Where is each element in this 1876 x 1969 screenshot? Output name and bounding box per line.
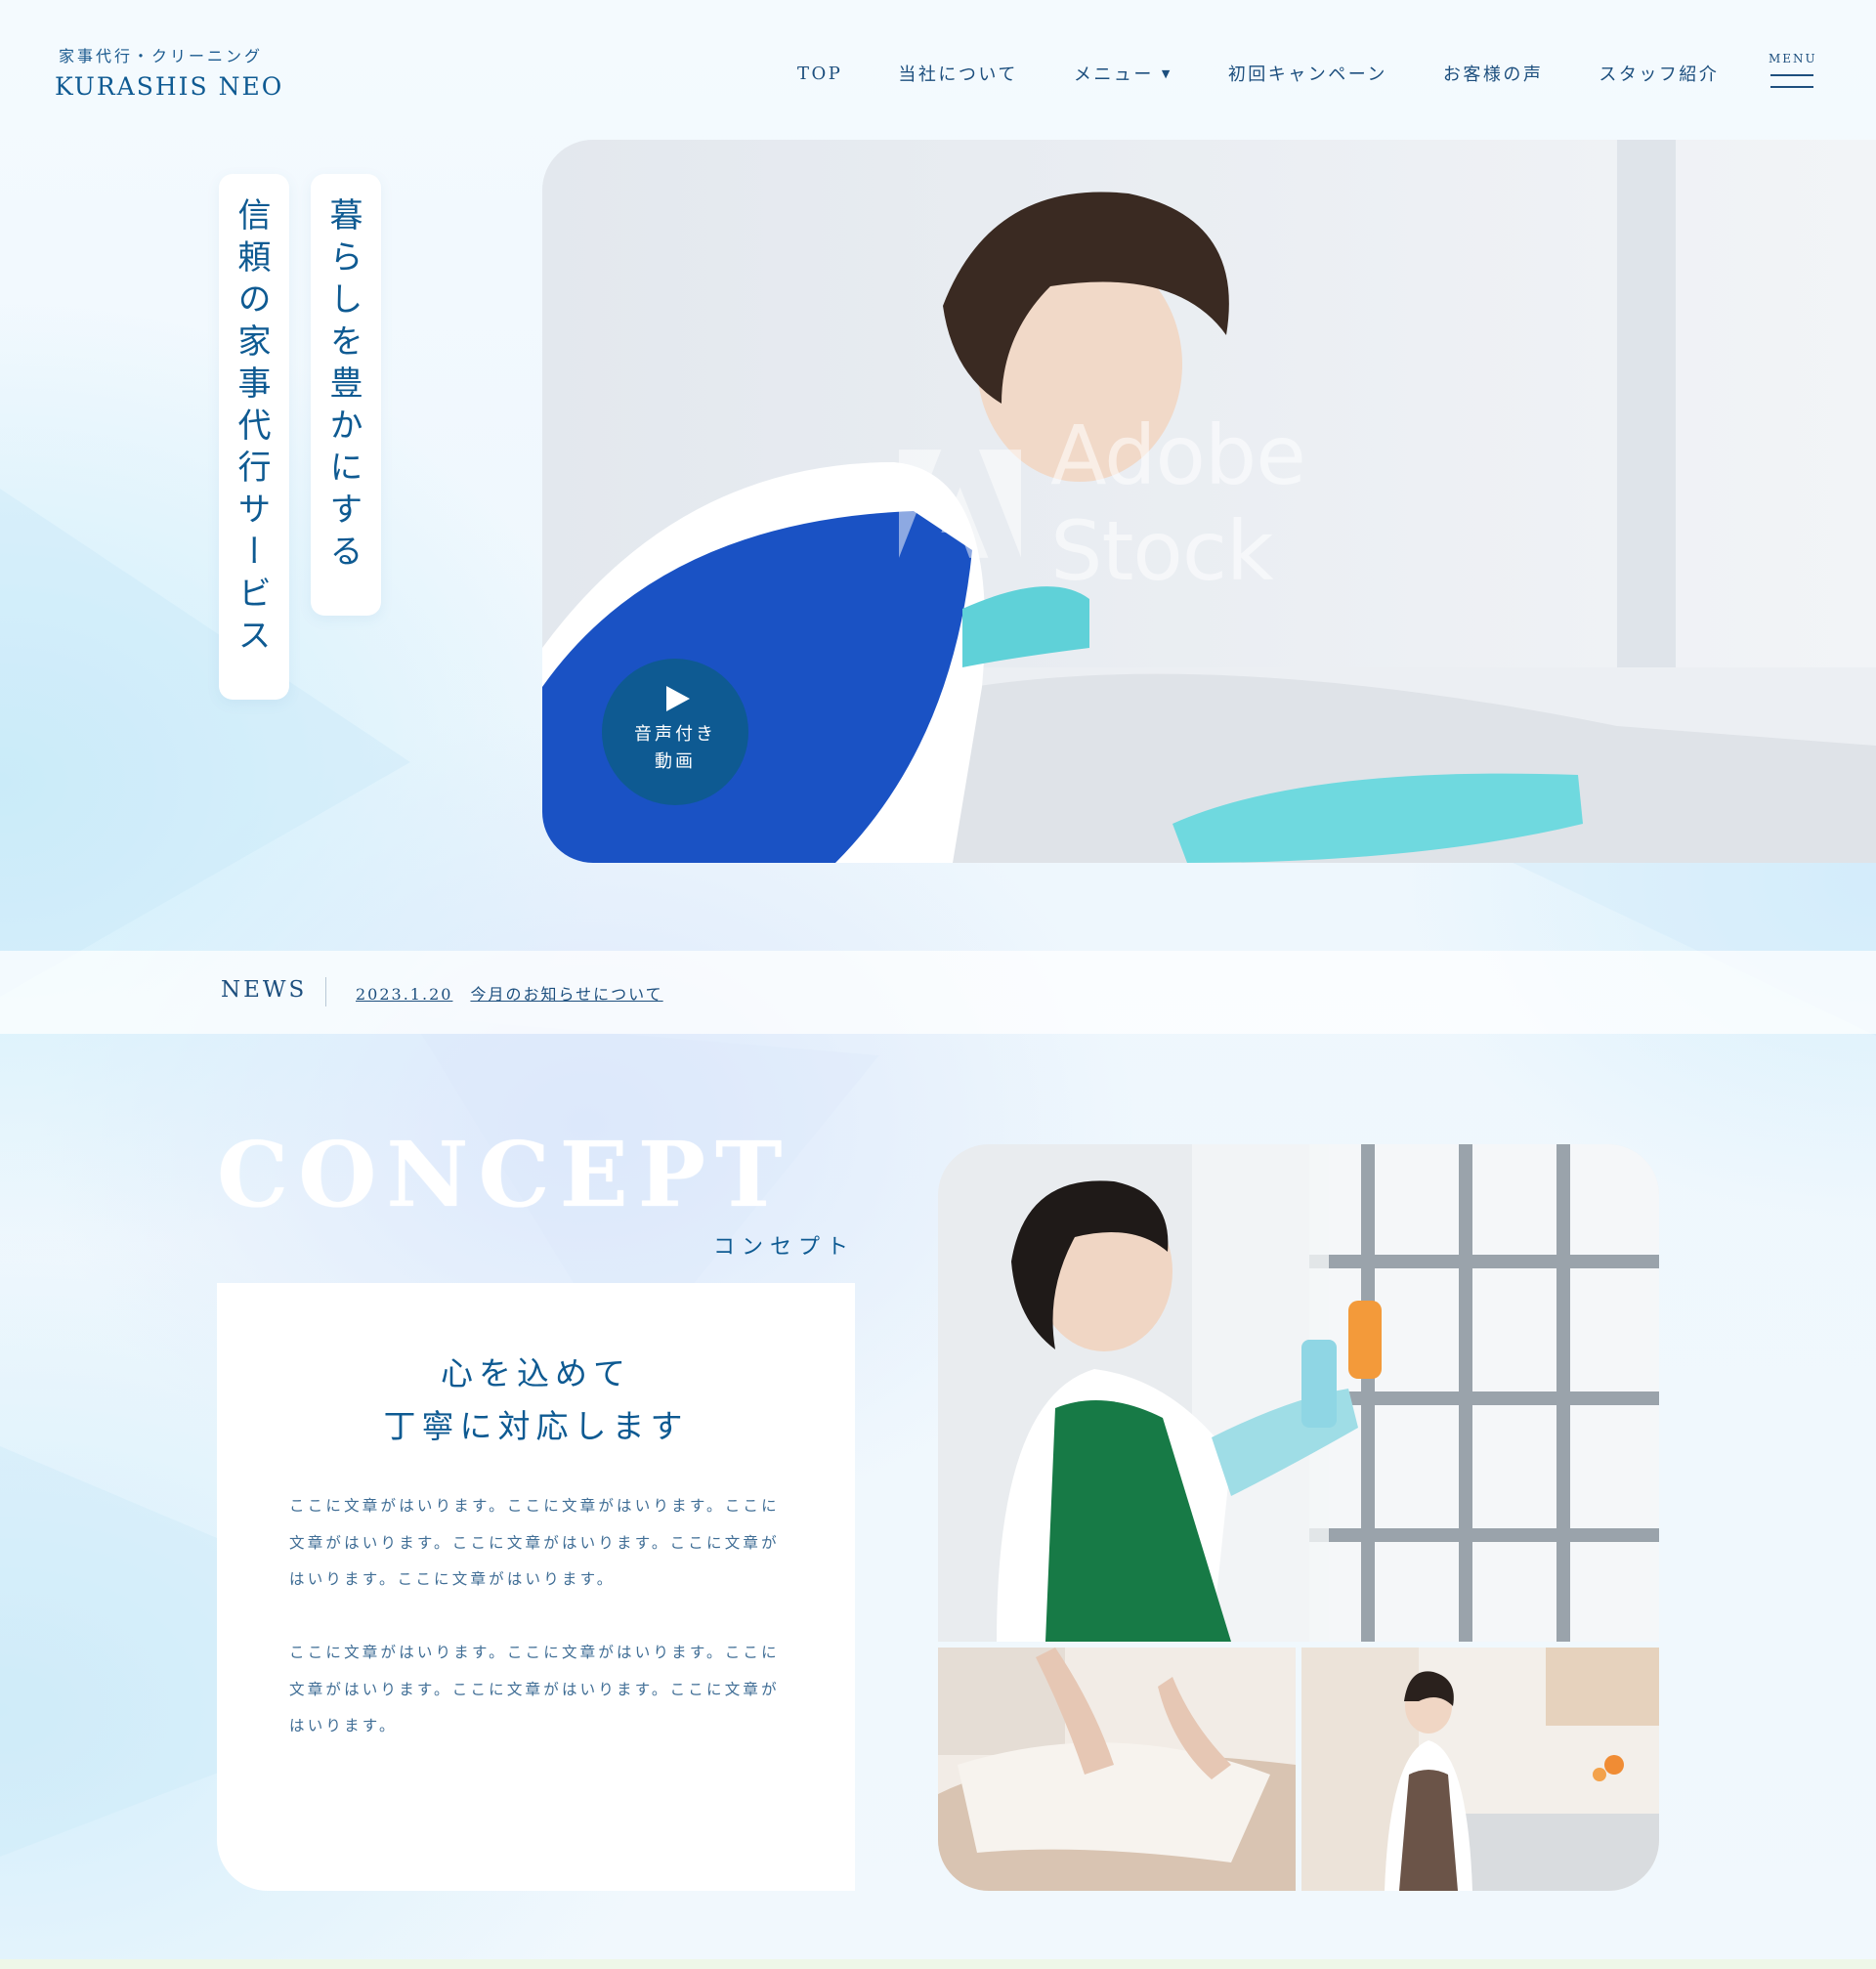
nav-item-label: スタッフ紹介 bbox=[1599, 64, 1720, 85]
nav-item-campaign[interactable]: 初回キャンペーン bbox=[1228, 61, 1387, 86]
hero-catch-primary: 暮らしを豊かにする bbox=[311, 174, 381, 616]
hamburger-icon bbox=[1770, 74, 1813, 76]
nav-item-label: 当社について bbox=[898, 64, 1018, 85]
concept-paragraph: ここに文章がはいります。ここに文章がはいります。ここに文章がはいります。ここに文… bbox=[289, 1644, 780, 1734]
concept-photo-window-cleaning bbox=[938, 1144, 1659, 1642]
logo-title: KURASHIS NEO bbox=[55, 72, 284, 101]
hamburger-icon-bar bbox=[1770, 86, 1813, 88]
nav-item-voice[interactable]: お客様の声 bbox=[1443, 61, 1544, 86]
global-nav: TOP 当社について メニュー ▼ 初回キャンペーン お客様の声 スタッフ紹介 bbox=[797, 61, 1774, 86]
caret-down-icon: ▼ bbox=[1161, 66, 1172, 80]
news-label: NEWS bbox=[221, 977, 308, 1003]
nav-item-staff[interactable]: スタッフ紹介 bbox=[1599, 61, 1719, 86]
concept-photo-kitchen bbox=[1301, 1648, 1659, 1891]
news-bar: NEWS 2023.1.20 今月のお知らせについて bbox=[0, 951, 1876, 1034]
bedmaking-illustration bbox=[938, 1648, 1296, 1891]
adobe-logo-icon bbox=[899, 449, 1022, 558]
nav-item-label: お客様の声 bbox=[1442, 64, 1544, 85]
news-date: 2023.1.20 bbox=[356, 985, 453, 1004]
concept-title: CONCEPT bbox=[217, 1122, 792, 1227]
nav-item-about[interactable]: 当社について bbox=[898, 61, 1017, 86]
concept-heading-line1: 心を込めて bbox=[441, 1354, 631, 1392]
news-title: 今月のお知らせについて bbox=[470, 985, 663, 1004]
hamburger-menu-button[interactable]: MENU bbox=[1769, 52, 1815, 88]
stock-watermark: Adobe Stock bbox=[899, 407, 1534, 599]
video-label-line2: 動画 bbox=[655, 751, 696, 772]
site-logo[interactable]: 家事代行・クリーニング KURASHIS NEO bbox=[55, 43, 283, 101]
news-divider bbox=[325, 977, 326, 1006]
nav-item-top[interactable]: TOP bbox=[797, 61, 842, 86]
concept-paragraph: ここに文章がはいります。ここに文章がはいります。ここに文章がはいります。ここに文… bbox=[289, 1497, 780, 1588]
concept-subtitle: コンセプト bbox=[713, 1235, 856, 1260]
concept-photo-bedmaking bbox=[938, 1648, 1296, 1891]
video-label-line1: 音声付き bbox=[634, 724, 716, 745]
news-item-link[interactable]: 2023.1.20 今月のお知らせについて bbox=[356, 981, 663, 1005]
concept-heading-line2: 丁寧に対応します bbox=[383, 1407, 689, 1445]
logo-subtitle: 家事代行・クリーニング bbox=[59, 47, 264, 65]
play-icon bbox=[666, 686, 690, 711]
hero-catch-secondary: 信頼の家事代行サービス bbox=[219, 174, 289, 700]
section-bottom-strip bbox=[0, 1959, 1876, 1969]
nav-item-label: TOP bbox=[797, 63, 843, 84]
concept-heading: 心を込めて 丁寧に対応します bbox=[217, 1348, 855, 1453]
nav-item-label: 初回キャンペーン bbox=[1227, 64, 1387, 85]
concept-card: 心を込めて 丁寧に対応します ここに文章がはいります。ここに文章がはいります。こ… bbox=[217, 1283, 855, 1891]
video-play-button[interactable]: 音声付き 動画 bbox=[602, 659, 748, 805]
kitchen-illustration bbox=[1301, 1648, 1659, 1891]
nav-item-label: メニュー bbox=[1073, 64, 1154, 85]
menu-label: MENU bbox=[1769, 52, 1817, 65]
window-cleaning-illustration bbox=[938, 1144, 1659, 1642]
concept-body: ここに文章がはいります。ここに文章がはいります。ここに文章がはいります。ここに文… bbox=[289, 1488, 788, 1781]
nav-item-menu[interactable]: メニュー ▼ bbox=[1074, 61, 1172, 86]
watermark-text: Adobe Stock bbox=[1050, 407, 1306, 599]
